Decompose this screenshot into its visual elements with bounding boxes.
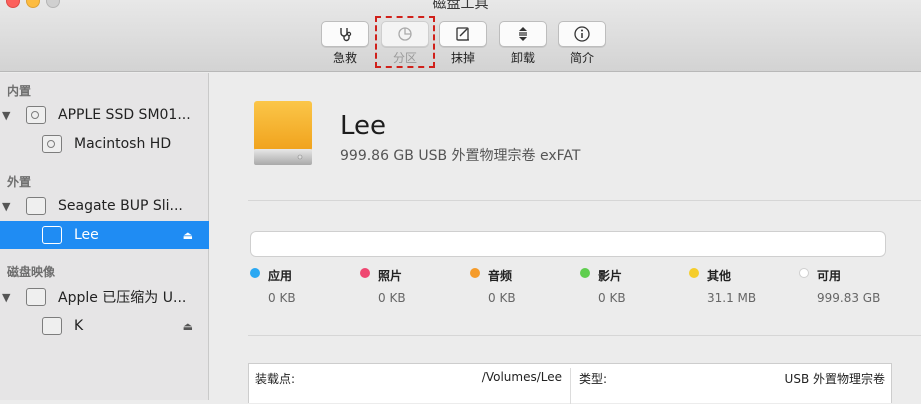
legend-label: 应用: [268, 269, 293, 283]
sidebar-item-label: Seagate BUP Sli...: [58, 198, 183, 214]
disclosure-triangle-icon[interactable]: ▼: [2, 109, 10, 122]
volume-icon: [42, 317, 62, 335]
legend-value: 0 KB: [268, 291, 296, 305]
divider: [248, 200, 921, 201]
legend-label: 可用: [817, 269, 842, 283]
legend-value: 0 KB: [488, 291, 516, 305]
sidebar-item-label: Apple 已压缩为 U...: [58, 290, 187, 306]
legend-dot: [580, 268, 590, 278]
window-title: 磁盘工具: [432, 0, 489, 12]
mount-point-label: 装载点:: [255, 372, 296, 386]
legend-dot: [799, 268, 809, 278]
type-value: USB 外置物理宗卷: [784, 372, 885, 386]
legend-value: 999.83 GB: [817, 291, 881, 305]
storage-usage-bar: [250, 231, 886, 257]
sidebar-item-label: Macintosh HD: [74, 136, 172, 152]
legend-value: 0 KB: [378, 291, 406, 305]
legend-label: 音频: [488, 269, 513, 283]
sidebar-item-seagate[interactable]: ▼ Seagate BUP Sli...: [0, 192, 209, 220]
unmount-icon: [519, 27, 527, 41]
legend-value: 31.1 MB: [707, 291, 757, 305]
eject-icon[interactable]: ⏏: [183, 229, 193, 242]
sidebar: 内置 ▼ APPLE SSD SM01... Macintosh HD 外置 ▼…: [0, 73, 209, 400]
section-header-disk-images: 磁盘映像: [7, 265, 56, 279]
legend-label: 照片: [378, 269, 403, 283]
info-button[interactable]: 简介: [557, 21, 607, 65]
first-aid-button[interactable]: 急救: [320, 21, 370, 65]
sidebar-item-apple-ssd[interactable]: ▼ APPLE SSD SM01...: [0, 101, 209, 129]
legend-dot: [360, 268, 370, 278]
external-disk-icon: [26, 197, 46, 215]
sidebar-item-apple-compressed[interactable]: ▼ Apple 已压缩为 U...: [0, 283, 209, 311]
disclosure-triangle-icon[interactable]: ▼: [2, 200, 10, 213]
legend-dot: [470, 268, 480, 278]
erase-icon: [456, 27, 469, 41]
erase-button[interactable]: 抹掉: [438, 21, 488, 65]
legend-label: 影片: [598, 269, 623, 283]
column-separator: [570, 368, 571, 404]
type-label: 类型:: [579, 372, 608, 386]
info-icon: [574, 26, 590, 42]
volume-icon: [42, 226, 62, 244]
divider: [248, 335, 921, 336]
sidebar-item-label: APPLE SSD SM01...: [58, 107, 191, 123]
sidebar-item-macintosh-hd[interactable]: Macintosh HD: [0, 130, 209, 158]
disk-image-icon: [26, 288, 46, 306]
sidebar-item-lee[interactable]: Lee ⏏: [0, 221, 209, 249]
first-aid-label: 急救: [332, 51, 357, 65]
legend-dot: [689, 268, 699, 278]
unmount-button[interactable]: 卸载: [498, 21, 548, 65]
main-pane: Lee 999.86 GB USB 外置物理宗卷 exFAT 应用 0 KB 照…: [210, 73, 921, 404]
sidebar-item-label: Lee: [74, 227, 99, 243]
volume-icon: [42, 135, 62, 153]
stethoscope-icon: [340, 28, 352, 42]
volume-info-table: 装载点: /Volumes/Lee 类型: USB 外置物理宗卷: [248, 363, 892, 404]
legend-dot: [250, 268, 260, 278]
sidebar-item-label: K: [74, 318, 84, 334]
legend-value: 0 KB: [598, 291, 626, 305]
legend-label: 其他: [707, 269, 732, 283]
erase-label: 抹掉: [450, 51, 475, 65]
sidebar-item-k[interactable]: K ⏏: [0, 312, 209, 340]
mount-point-value: /Volumes/Lee: [481, 370, 562, 384]
disclosure-triangle-icon[interactable]: ▼: [2, 291, 10, 304]
toolbar: 磁盘工具 急救 分区 抹掉 卸载 简介: [0, 0, 921, 72]
internal-disk-icon: [26, 106, 46, 124]
section-header-external: 外置: [7, 175, 32, 189]
info-label: 简介: [569, 51, 594, 65]
section-header-internal: 内置: [7, 84, 32, 98]
eject-icon[interactable]: ⏏: [183, 320, 193, 333]
partition-highlight-box: [375, 16, 435, 68]
volume-name: Lee: [340, 111, 387, 141]
volume-description: 999.86 GB USB 外置物理宗卷 exFAT: [340, 148, 581, 164]
unmount-label: 卸载: [510, 51, 535, 65]
external-volume-icon: [254, 101, 312, 165]
